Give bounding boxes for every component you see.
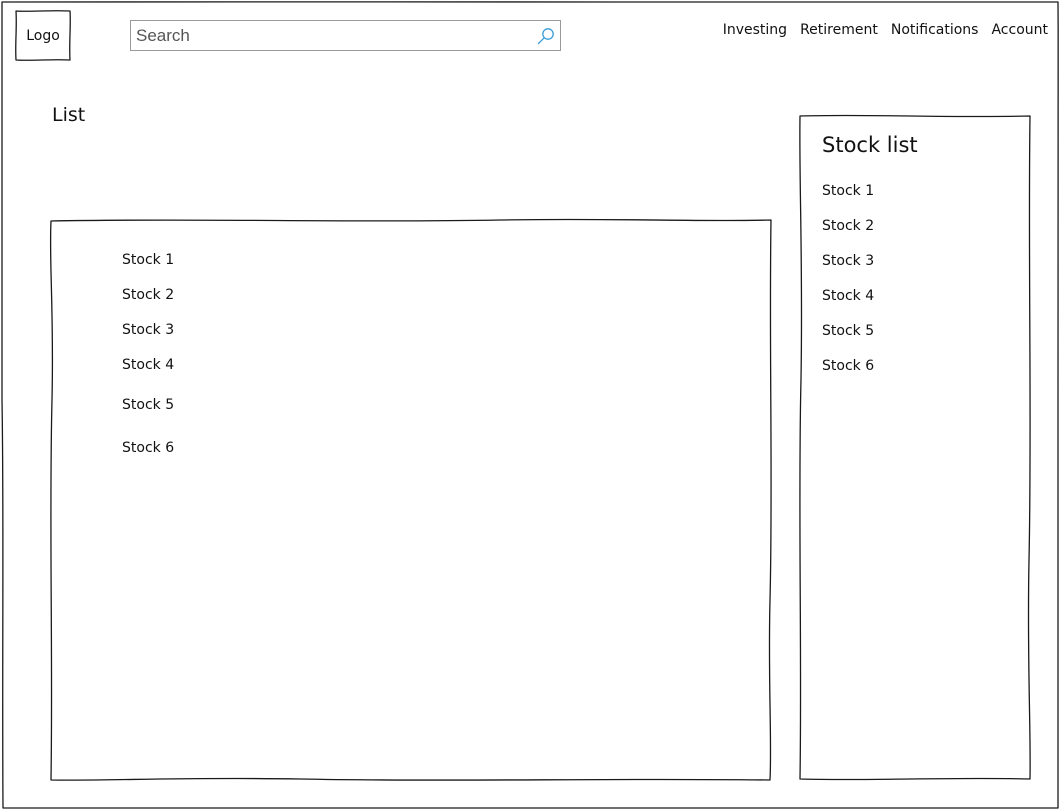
search-input[interactable] [131, 21, 531, 50]
sidebar-item[interactable]: Stock 4 [822, 287, 874, 322]
sidebar-item[interactable]: Stock 3 [822, 252, 874, 287]
list-item[interactable]: Stock 6 [122, 440, 174, 456]
logo[interactable]: Logo [16, 12, 70, 59]
sidebar-item[interactable]: Stock 2 [822, 217, 874, 252]
nav-retirement[interactable]: Retirement [800, 22, 878, 38]
search-icon[interactable] [536, 26, 556, 46]
list-item[interactable]: Stock 3 [122, 322, 174, 338]
main-list-frame [49, 218, 772, 781]
sidebar-item[interactable]: Stock 6 [822, 357, 874, 392]
list-item[interactable]: Stock 1 [122, 252, 174, 268]
sidebar-title: Stock list [822, 133, 918, 157]
list-item[interactable]: Stock 5 [122, 397, 174, 413]
logo-label: Logo [26, 27, 60, 44]
nav-notifications[interactable]: Notifications [891, 22, 979, 38]
sidebar-item[interactable]: Stock 5 [822, 322, 874, 357]
wireframe-page: Logo Investing Retirement Notifications … [0, 0, 1061, 811]
list-item[interactable]: Stock 2 [122, 287, 174, 303]
nav-account[interactable]: Account [991, 22, 1048, 38]
nav-investing[interactable]: Investing [723, 22, 787, 38]
sidebar-stock-list: Stock 1 Stock 2 Stock 3 Stock 4 Stock 5 … [822, 182, 874, 392]
search-box[interactable] [130, 20, 561, 51]
top-nav: Investing Retirement Notifications Accou… [723, 22, 1048, 38]
list-item[interactable]: Stock 4 [122, 357, 174, 373]
sidebar-item[interactable]: Stock 1 [822, 182, 874, 217]
page-title: List [52, 104, 86, 126]
